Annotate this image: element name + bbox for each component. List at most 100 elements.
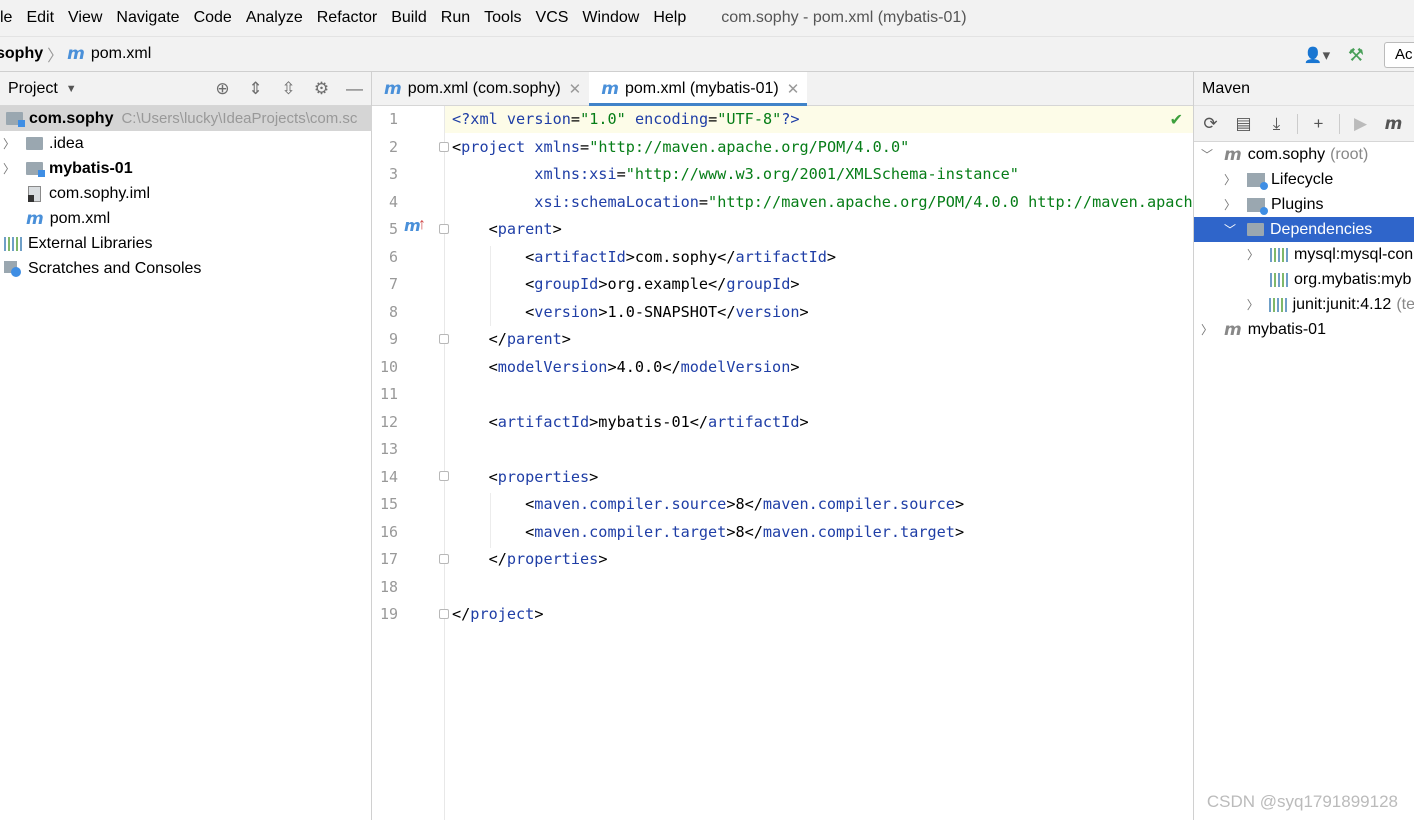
chevron-right-icon[interactable]: 〉 — [2, 135, 16, 152]
line-number: 1 — [388, 110, 398, 128]
chevron-down-icon[interactable]: ﹀ — [1223, 221, 1237, 238]
menu-view[interactable]: View — [61, 0, 109, 36]
code-line-5: <parent> — [452, 220, 562, 238]
fold-marker-icon[interactable] — [439, 334, 449, 344]
chevron-down-icon[interactable]: ▼ — [66, 83, 77, 95]
library-icon — [1269, 297, 1287, 312]
tree-item-com-sophy[interactable]: com.sophy C:\Users\lucky\IdeaProjects\co… — [0, 106, 372, 131]
dependency-junit[interactable]: 〉 junit:junit:4.12 (te — [1194, 292, 1414, 317]
chevron-right-icon[interactable]: 〉 — [1200, 321, 1214, 338]
menu-vcs[interactable]: VCS — [529, 0, 576, 36]
tree-item-mybatis-01[interactable]: 〉 mybatis-01 — [0, 156, 372, 181]
maven-lifecycle[interactable]: 〉 Lifecycle — [1194, 167, 1414, 192]
fold-marker-icon[interactable] — [439, 609, 449, 619]
tree-item-scratches[interactable]: Scratches and Consoles — [0, 256, 372, 281]
line-number: 9 — [388, 330, 398, 348]
line-number: 3 — [388, 165, 398, 183]
tab-pom-com-sophy[interactable]: m pom.xml (com.sophy) ✕ — [372, 72, 589, 105]
menu-build[interactable]: Build — [384, 0, 434, 36]
maven-project-icon: m — [1224, 144, 1242, 165]
tree-item-iml[interactable]: com.sophy.iml — [0, 181, 372, 206]
dependency-mysql[interactable]: 〉 mysql:mysql-con — [1194, 242, 1414, 267]
dependencies-folder-icon — [1247, 223, 1264, 236]
scratches-icon — [4, 260, 22, 277]
line-number: 17 — [379, 550, 398, 568]
project-view-title[interactable]: Project — [8, 80, 58, 98]
library-icon — [1270, 247, 1288, 262]
maven-toolbar: ⟳ ▤ ⤓ + ▶ m — [1194, 106, 1414, 142]
menu-run[interactable]: Run — [434, 0, 477, 36]
chevron-down-icon[interactable]: ﹀ — [1200, 146, 1214, 163]
run-icon[interactable]: ▶ — [1344, 114, 1377, 134]
hide-panel-icon[interactable]: — — [338, 79, 371, 99]
chevron-right-icon[interactable]: 〉 — [1223, 171, 1237, 188]
maven-header: Maven — [1194, 72, 1414, 106]
lifecycle-icon — [1247, 172, 1268, 190]
menu-code[interactable]: Code — [187, 0, 239, 36]
tree-item-label: External Libraries — [28, 234, 153, 252]
tab-pom-mybatis-01[interactable]: m pom.xml (mybatis-01) ✕ — [589, 72, 808, 106]
menu-help[interactable]: Help — [646, 0, 693, 36]
editor: m pom.xml (com.sophy) ✕ m pom.xml (mybat… — [372, 72, 1193, 820]
build-hammer-icon[interactable]: ⚒ — [1344, 43, 1368, 67]
collapse-all-icon[interactable]: ⇳ — [272, 79, 305, 99]
menu-tools[interactable]: Tools — [477, 0, 528, 36]
reload-icon[interactable]: ⟳ — [1194, 114, 1227, 134]
run-configuration-select[interactable]: Ac — [1384, 42, 1414, 68]
gear-icon[interactable]: ⚙ — [305, 79, 338, 99]
fold-marker-icon[interactable] — [439, 554, 449, 564]
chevron-right-icon[interactable]: 〉 — [2, 160, 16, 177]
chevron-right-icon[interactable]: 〉 — [1223, 196, 1237, 213]
line-number: 7 — [388, 275, 398, 293]
generate-sources-icon[interactable]: ▤ — [1227, 114, 1260, 134]
menu-navigate[interactable]: Navigate — [109, 0, 186, 36]
code-line-16: <maven.compiler.target>8</maven.compiler… — [452, 522, 965, 541]
tree-item-label: com.sophy.iml — [49, 184, 151, 202]
module-folder-icon — [6, 112, 25, 127]
tree-item-external-libraries[interactable]: External Libraries — [0, 231, 372, 256]
breadcrumb-root[interactable]: sophy — [0, 45, 43, 63]
tree-item-suffix: (te — [1396, 295, 1414, 313]
dependency-mybatis[interactable]: org.mybatis:myb — [1194, 267, 1414, 292]
close-icon[interactable]: ✕ — [787, 80, 800, 98]
tree-item-path: C:\Users\lucky\IdeaProjects\com.sc — [121, 110, 358, 127]
code-line-14: <properties> — [452, 467, 599, 486]
line-number: 18 — [379, 577, 398, 596]
menu-bar: le Edit View Navigate Code Analyze Refac… — [0, 0, 1414, 36]
download-icon[interactable]: ⤓ — [1260, 114, 1293, 134]
close-icon[interactable]: ✕ — [569, 80, 582, 98]
execute-goal-icon[interactable]: m — [1377, 114, 1410, 134]
line-number: 16 — [379, 522, 398, 541]
user-dropdown-icon[interactable]: 👤▾ — [1302, 43, 1332, 67]
tree-item-label: Plugins — [1271, 195, 1324, 213]
line-number: 15 — [379, 495, 398, 513]
maven-dependencies[interactable]: ﹀ Dependencies — [1194, 217, 1414, 242]
maven-plugins[interactable]: 〉 Plugins — [1194, 192, 1414, 217]
chevron-right-icon[interactable]: 〉 — [1246, 246, 1260, 263]
maven-project-mybatis-01[interactable]: 〉 m mybatis-01 — [1194, 317, 1414, 342]
add-icon[interactable]: + — [1302, 114, 1335, 134]
expand-all-icon[interactable]: ⇕ — [239, 79, 272, 99]
maven-project-icon: m — [1224, 319, 1242, 340]
editor-tabs: m pom.xml (com.sophy) ✕ m pom.xml (mybat… — [372, 72, 1193, 106]
fold-marker-icon[interactable] — [439, 224, 449, 234]
tree-item-label: Lifecycle — [1271, 170, 1334, 188]
maven-project-com-sophy[interactable]: ﹀ m com.sophy (root) — [1194, 142, 1414, 167]
tree-item-pom[interactable]: m pom.xml — [0, 206, 372, 231]
tree-item-idea[interactable]: 〉 .idea — [0, 131, 372, 156]
menu-edit[interactable]: Edit — [19, 0, 61, 36]
chevron-right-icon[interactable]: 〉 — [1246, 296, 1259, 313]
fold-marker-icon[interactable] — [439, 471, 449, 481]
code-area[interactable]: 1 2 3 4 5 6 7 8 9 10 11 12 13 14 15 16 1… — [372, 106, 1193, 820]
project-tool-window: Project ▼ ⊕ ⇕ ⇳ ⚙ — com.sophy C:\Users\l… — [0, 72, 372, 820]
menu-refactor[interactable]: Refactor — [310, 0, 384, 36]
line-number: 6 — [388, 247, 398, 266]
breadcrumb-file[interactable]: pom.xml — [91, 45, 151, 63]
line-number: 13 — [379, 440, 398, 458]
menu-file[interactable]: le — [0, 0, 19, 36]
menu-window[interactable]: Window — [575, 0, 646, 36]
fold-marker-icon[interactable] — [439, 142, 449, 152]
menu-analyze[interactable]: Analyze — [239, 0, 310, 36]
locate-file-icon[interactable]: ⊕ — [206, 79, 239, 99]
navigate-up-arrow-icon[interactable]: ↑ — [418, 216, 426, 234]
